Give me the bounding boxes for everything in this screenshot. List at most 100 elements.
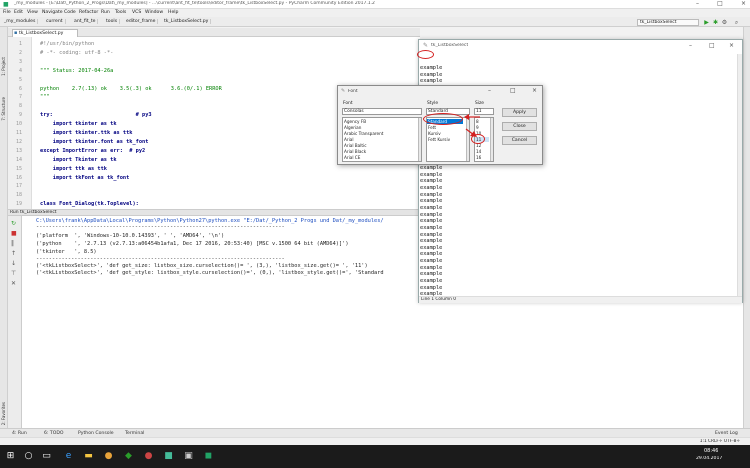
app-icon[interactable]: ▣ xyxy=(182,450,195,463)
maximize-button[interactable]: □ xyxy=(510,87,516,94)
list-item[interactable]: Arial xyxy=(344,137,353,142)
firefox-icon[interactable]: ● xyxy=(102,450,115,463)
task-view-icon[interactable]: ▭ xyxy=(40,450,53,463)
maximize-button[interactable]: □ xyxy=(717,0,723,9)
tab-favorites[interactable]: 2: Favorites xyxy=(1,402,6,425)
arrow-head xyxy=(464,114,469,120)
close-button[interactable]: × xyxy=(729,42,734,49)
list-item[interactable]: 14 xyxy=(476,149,481,154)
run-icon[interactable]: ▶ xyxy=(703,19,710,26)
menu-edit[interactable]: Edit xyxy=(14,10,23,15)
settings-icon[interactable]: ⚙ xyxy=(721,19,728,26)
line-number: 4 xyxy=(18,67,22,74)
menu-run[interactable]: Run xyxy=(101,10,110,15)
edge-icon[interactable]: e xyxy=(62,450,75,463)
size-list-scrollbar[interactable] xyxy=(490,118,493,161)
pause-icon[interactable]: ‖ xyxy=(11,240,14,247)
breadcrumb-item[interactable]: _my_modules xyxy=(2,19,39,24)
app-icon[interactable]: ■ xyxy=(162,450,175,463)
breadcrumb-item[interactable]: tools xyxy=(104,19,121,24)
minimize-button[interactable]: – xyxy=(689,42,692,49)
menu-navigate[interactable]: Navigate xyxy=(42,10,63,15)
left-tool-strip: 1: Project 7: Structure 2: Favorites xyxy=(0,27,8,428)
maximize-button[interactable]: □ xyxy=(709,42,715,49)
menu-vcs[interactable]: VCS xyxy=(132,10,141,15)
example-window-titlebar: ✎ tk_ListboxSelect – □ × xyxy=(419,40,742,54)
close-dialog-button[interactable]: Close xyxy=(502,122,537,131)
list-item[interactable]: Kursiv xyxy=(428,131,441,136)
list-item[interactable]: Arial Baltic xyxy=(344,143,367,148)
menu-view[interactable]: View xyxy=(27,10,38,15)
search-icon[interactable]: ○ xyxy=(22,450,35,463)
list-item[interactable]: Fett xyxy=(428,125,436,130)
status-bar: 1:1 CRLF÷ UTF-8÷ xyxy=(0,437,750,445)
code-line: import tkinter.ttk as ttk xyxy=(40,130,133,136)
close-button[interactable]: × xyxy=(741,0,746,9)
code-line: """ Status: 2017-04-26a xyxy=(40,67,114,74)
editor-tab[interactable]: ▪ tk_ListboxSelect.py xyxy=(12,29,78,37)
example-line: example xyxy=(420,278,443,285)
breadcrumb-item[interactable]: current xyxy=(44,19,66,24)
minimize-button[interactable]: – xyxy=(488,87,491,94)
ide-window-controls: – □ × xyxy=(696,0,746,9)
pin-icon[interactable]: ⊤ xyxy=(11,270,16,277)
menu-help[interactable]: Help xyxy=(168,10,178,15)
console-line: ('python ', '2.7.13 (v2.7.13:a06454b1afa… xyxy=(36,241,349,247)
list-item[interactable]: 16 xyxy=(476,155,481,160)
explorer-icon[interactable]: ▬ xyxy=(82,450,95,463)
minimize-button[interactable]: – xyxy=(696,0,699,9)
tab-terminal[interactable]: Terminal xyxy=(125,431,144,436)
list-item[interactable]: Algerian xyxy=(344,125,361,130)
example-scrollbar[interactable] xyxy=(737,54,742,296)
list-item[interactable]: Arabic Transparent xyxy=(344,131,383,136)
breadcrumb-item[interactable]: ant_fit_te xyxy=(72,19,99,24)
scroll-up-icon[interactable]: ↑ xyxy=(11,250,16,257)
example-line: example xyxy=(420,171,443,178)
run-config-selector[interactable]: tk_ListboxSelect xyxy=(637,19,699,26)
tab-python-console[interactable]: Python Console xyxy=(78,431,114,436)
console-line: ----------------------------------------… xyxy=(36,256,285,262)
app-icon[interactable]: ◆ xyxy=(122,450,135,463)
code-line: try: # py3 xyxy=(40,112,152,119)
event-log-tab[interactable]: Event Log xyxy=(715,431,738,436)
pycharm-taskbar-icon[interactable]: ◼ xyxy=(202,450,215,463)
menu-refactor[interactable]: Refactor xyxy=(79,10,98,15)
breadcrumb-item[interactable]: tk_ListboxSelect.py xyxy=(162,19,212,24)
font-list-scrollbar[interactable] xyxy=(418,118,421,161)
example-line: example xyxy=(420,198,443,205)
list-item[interactable]: Fett Kursiv xyxy=(428,137,450,142)
debug-icon[interactable]: ✱ xyxy=(712,19,719,26)
search-icon[interactable]: ⌕ xyxy=(733,19,740,26)
apply-button[interactable]: Apply xyxy=(502,108,537,117)
feather-icon: ✎ xyxy=(341,88,346,94)
tab-todo[interactable]: 6: TODO xyxy=(44,431,64,436)
trash-icon[interactable]: ✕ xyxy=(11,280,16,287)
menu-file[interactable]: File xyxy=(3,10,11,15)
pycharm-icon: ■ xyxy=(3,1,9,8)
annotation-ellipse xyxy=(423,113,463,125)
windows-start-icon[interactable]: ⊞ xyxy=(4,450,17,463)
font-listbox[interactable]: Agency FB Algerian Arabic Transparent Ar… xyxy=(342,117,422,162)
list-item[interactable]: Arial Black xyxy=(344,149,366,154)
stop-icon[interactable]: ■ xyxy=(11,230,17,237)
close-button[interactable]: × xyxy=(532,87,537,94)
status-position[interactable]: 1:1 CRLF÷ UTF-8÷ xyxy=(700,439,740,444)
menu-window[interactable]: Window xyxy=(145,10,163,15)
code-line: import ttk as ttk xyxy=(40,165,107,172)
breadcrumb-item[interactable]: editor_frame xyxy=(124,19,159,24)
font-entry[interactable]: Consolas xyxy=(342,108,422,115)
app-icon[interactable]: ● xyxy=(142,450,155,463)
cancel-button[interactable]: Cancel xyxy=(502,136,537,145)
example-line: example xyxy=(420,284,443,291)
menu-code[interactable]: Code xyxy=(64,10,76,15)
scroll-down-icon[interactable]: ↓ xyxy=(11,260,16,267)
tab-run[interactable]: 4: Run xyxy=(12,431,27,436)
tab-project[interactable]: 1: Project xyxy=(1,57,6,76)
list-item[interactable]: Agency FB xyxy=(344,119,366,124)
list-item[interactable]: Arial CE xyxy=(344,155,360,160)
tab-structure[interactable]: 7: Structure xyxy=(1,97,6,121)
rerun-icon[interactable]: ↻ xyxy=(11,220,16,227)
menu-tools[interactable]: Tools xyxy=(115,10,126,15)
code-line: # -*- coding: utf-8 -*- xyxy=(40,49,114,56)
example-line: example xyxy=(420,264,443,271)
